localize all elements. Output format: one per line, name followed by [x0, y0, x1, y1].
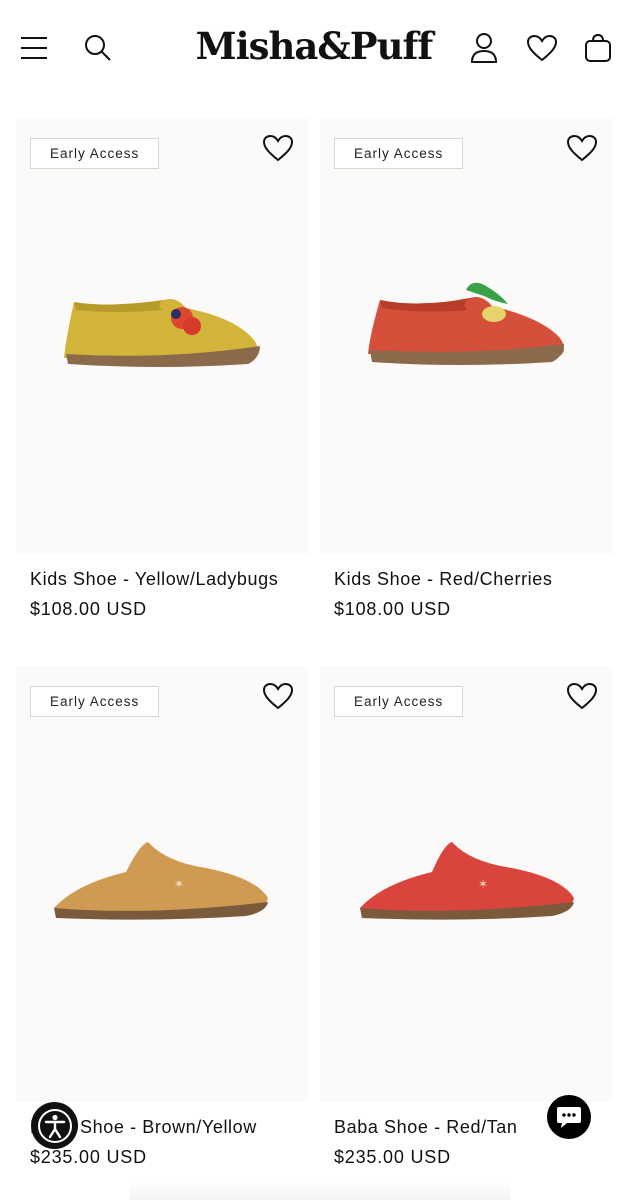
product-price: $108.00 USD: [30, 599, 147, 619]
product-price: $235.00 USD: [334, 1147, 451, 1167]
menu-icon: [21, 37, 47, 59]
menu-button[interactable]: [14, 28, 54, 68]
baba-shoe-brown-image: ✶: [54, 842, 268, 920]
early-access-badge: Early Access: [334, 686, 464, 717]
site-header: Misha&Puff: [0, 0, 628, 96]
add-to-wishlist-button[interactable]: [564, 678, 600, 714]
wishlist-button[interactable]: [522, 28, 562, 68]
product-price: $108.00 USD: [334, 599, 451, 619]
product-title[interactable]: Kids Shoe - Yellow/Ladybugs: [30, 569, 278, 590]
search-icon: [85, 35, 111, 61]
baba-shoe-red-image: ✶: [360, 842, 574, 920]
kids-shoe-yellow-image: [64, 299, 260, 367]
chat-button[interactable]: [547, 1095, 591, 1139]
cart-button[interactable]: [578, 28, 618, 68]
early-access-badge: Early Access: [334, 138, 464, 169]
add-to-wishlist-button[interactable]: [260, 130, 296, 166]
add-to-wishlist-button[interactable]: [564, 130, 600, 166]
product-image[interactable]: ✶ Early Access: [16, 666, 308, 1102]
product-image[interactable]: Early Access: [16, 118, 308, 554]
heart-icon: [262, 682, 294, 710]
heart-icon: [566, 134, 598, 162]
product-price: $235.00 USD: [30, 1147, 147, 1167]
search-button[interactable]: [78, 28, 118, 68]
cart-icon: [585, 33, 611, 62]
account-button[interactable]: [464, 28, 504, 68]
add-to-wishlist-button[interactable]: [260, 678, 296, 714]
account-icon: [470, 33, 498, 63]
early-access-badge: Early Access: [30, 686, 160, 717]
product-title[interactable]: Kids Shoe - Red/Cherries: [334, 569, 553, 590]
early-access-badge: Early Access: [30, 138, 160, 169]
accessibility-button[interactable]: [31, 1102, 78, 1149]
svg-text:✶: ✶: [174, 877, 184, 891]
wishlist-icon: [526, 34, 558, 62]
site-logo[interactable]: Misha&Puff: [196, 24, 434, 68]
heart-icon: [566, 682, 598, 710]
product-card[interactable]: Early Access Kids Shoe - Red/Cherries $1…: [320, 118, 612, 666]
chat-icon: [557, 1107, 581, 1128]
bottom-browser-bar: [130, 1182, 510, 1200]
kids-shoe-red-image: [368, 282, 564, 365]
product-card[interactable]: Early Access Kids Shoe - Yellow/Ladybugs…: [16, 118, 308, 666]
accessibility-icon: [37, 1108, 72, 1143]
heart-icon: [262, 134, 294, 162]
product-title[interactable]: Baba Shoe - Red/Tan: [334, 1117, 518, 1138]
svg-text:✶: ✶: [478, 877, 488, 891]
product-grid: Early Access Kids Shoe - Yellow/Ladybugs…: [16, 118, 612, 1200]
product-image[interactable]: ✶ Early Access: [320, 666, 612, 1102]
product-image[interactable]: Early Access: [320, 118, 612, 554]
